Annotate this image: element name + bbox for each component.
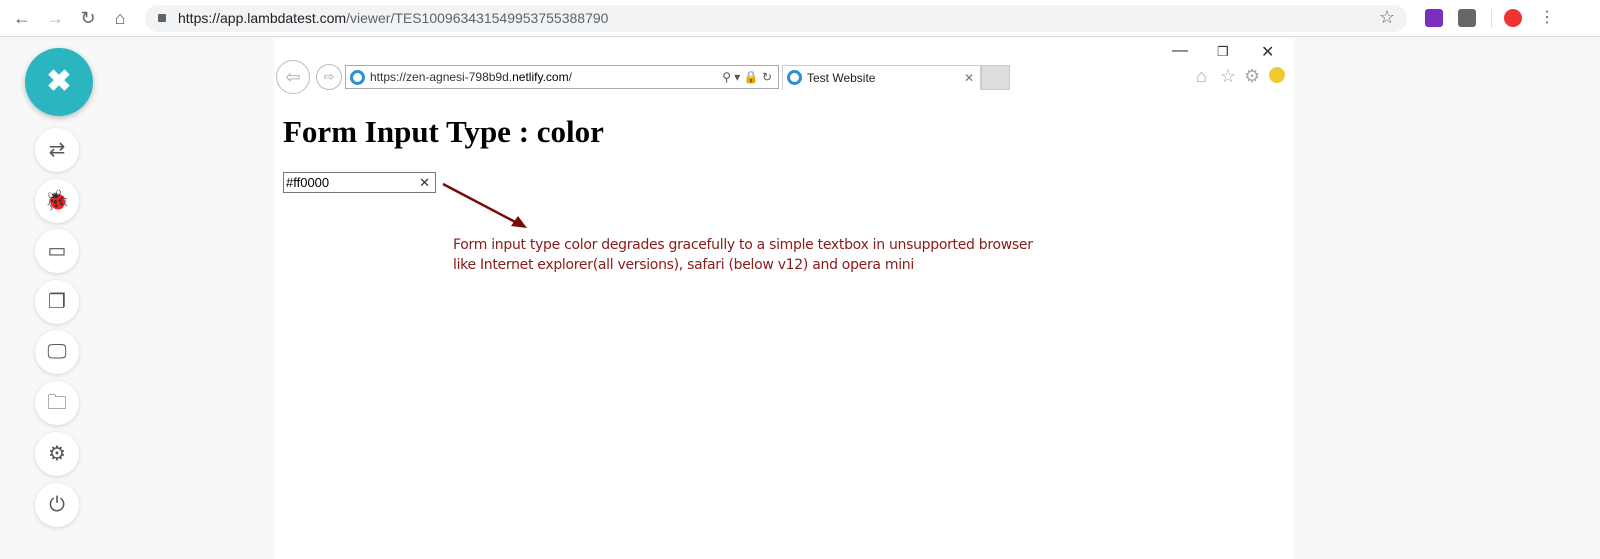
chrome-toolbar: ← → ↻ ⌂ https://app.lambdatest.com/viewe… (0, 0, 1600, 37)
ie-back-button[interactable]: ⇦ (276, 60, 310, 94)
url-path: /viewer/TES100963431549953755388790 (346, 10, 609, 26)
divider (1491, 9, 1492, 27)
note-line-1: Form input type color degrades gracefull… (453, 237, 1033, 253)
onenote-extension-icon[interactable] (1425, 9, 1443, 27)
ie-url-suffix: / (568, 70, 572, 84)
ie-tab-logo-icon (787, 70, 802, 85)
color-input[interactable]: #ff0000 ✕ (283, 172, 436, 193)
switch-button[interactable]: ⇄ (35, 128, 79, 172)
power-icon: ⏻ (49, 494, 65, 516)
folder-button[interactable]: 🗀 (35, 381, 79, 425)
restore-icon[interactable]: ❐ (1217, 44, 1229, 60)
forward-icon[interactable]: → (44, 8, 66, 28)
folder-icon: 🗀 (47, 392, 67, 414)
ie-logo-icon (350, 70, 365, 85)
ie-url-prefix: https://zen-agnesi-798b9d. (370, 70, 513, 84)
url-host: https://app.lambdatest.com (178, 10, 347, 26)
bug-button[interactable]: 🐞 (35, 179, 79, 223)
address-url[interactable]: https://app.lambdatest.com/viewer/TES100… (178, 10, 608, 26)
bug-icon: 🐞 (44, 190, 70, 212)
video-icon: ▭ (47, 240, 67, 262)
lock-icon (158, 14, 166, 22)
settings-button[interactable]: ⚙ (35, 432, 79, 476)
ie-feedback-smiley-icon[interactable] (1269, 67, 1285, 83)
monitor-icon: 🖵 (47, 341, 67, 363)
color-input-value: #ff0000 (286, 175, 330, 190)
screenshot-icon: ❐ (48, 291, 66, 313)
profile-avatar[interactable] (1504, 9, 1522, 27)
home-icon[interactable]: ⌂ (109, 8, 131, 28)
video-button[interactable]: ▭ (35, 229, 79, 273)
window-close-icon[interactable]: ✕ (1261, 42, 1274, 62)
gear-icon: ⚙ (48, 443, 66, 465)
ie-address-bar[interactable]: https://zen-agnesi-798b9d.netlify.com/ ⚲… (345, 65, 779, 89)
minimize-icon[interactable]: — (1172, 42, 1188, 60)
bitwarden-extension-icon[interactable] (1458, 9, 1476, 27)
annotation-note: Form input type color degrades gracefull… (453, 235, 1033, 275)
ie-forward-button[interactable]: ⇨ (316, 64, 342, 90)
tab-close-icon[interactable]: ✕ (964, 66, 974, 90)
ie-tab[interactable]: Test Website ✕ (782, 65, 981, 90)
screenshot-button[interactable]: ❐ (35, 280, 79, 324)
back-icon[interactable]: ← (11, 8, 33, 28)
address-bar[interactable]: https://app.lambdatest.com/viewer/TES100… (145, 5, 1407, 32)
ie-favorites-star-icon[interactable]: ☆ (1220, 66, 1236, 87)
note-line-2: like Internet explorer(all versions), sa… (453, 257, 914, 273)
resolution-button[interactable]: 🖵 (35, 330, 79, 374)
switch-icon: ⇄ (48, 139, 66, 161)
menu-icon[interactable]: ⋮ (1536, 8, 1558, 28)
bookmark-star-icon[interactable]: ☆ (1379, 7, 1395, 28)
close-icon: ✖ (46, 65, 72, 98)
clear-input-icon[interactable]: ✕ (419, 173, 430, 192)
close-fab-button[interactable]: ✖ (25, 48, 93, 116)
ie-url-domain: netlify.com (512, 70, 569, 84)
ie-address-tools[interactable]: ⚲ ▾ 🔒 ↻ (722, 66, 772, 88)
ie-new-tab-button[interactable] (981, 65, 1010, 90)
power-button[interactable]: ⏻ (35, 483, 79, 527)
ie-home-icon[interactable]: ⌂ (1196, 66, 1207, 87)
reload-icon[interactable]: ↻ (77, 8, 99, 28)
annotation-arrow (442, 182, 527, 228)
page-title: Form Input Type : color (283, 114, 604, 149)
ie-settings-gear-icon[interactable]: ⚙ (1244, 66, 1260, 87)
ie-tab-title: Test Website (807, 71, 876, 85)
remote-browser-viewport[interactable]: — ❐ ✕ ⇦ ⇨ https://zen-agnesi-798b9d.netl… (274, 38, 1294, 559)
